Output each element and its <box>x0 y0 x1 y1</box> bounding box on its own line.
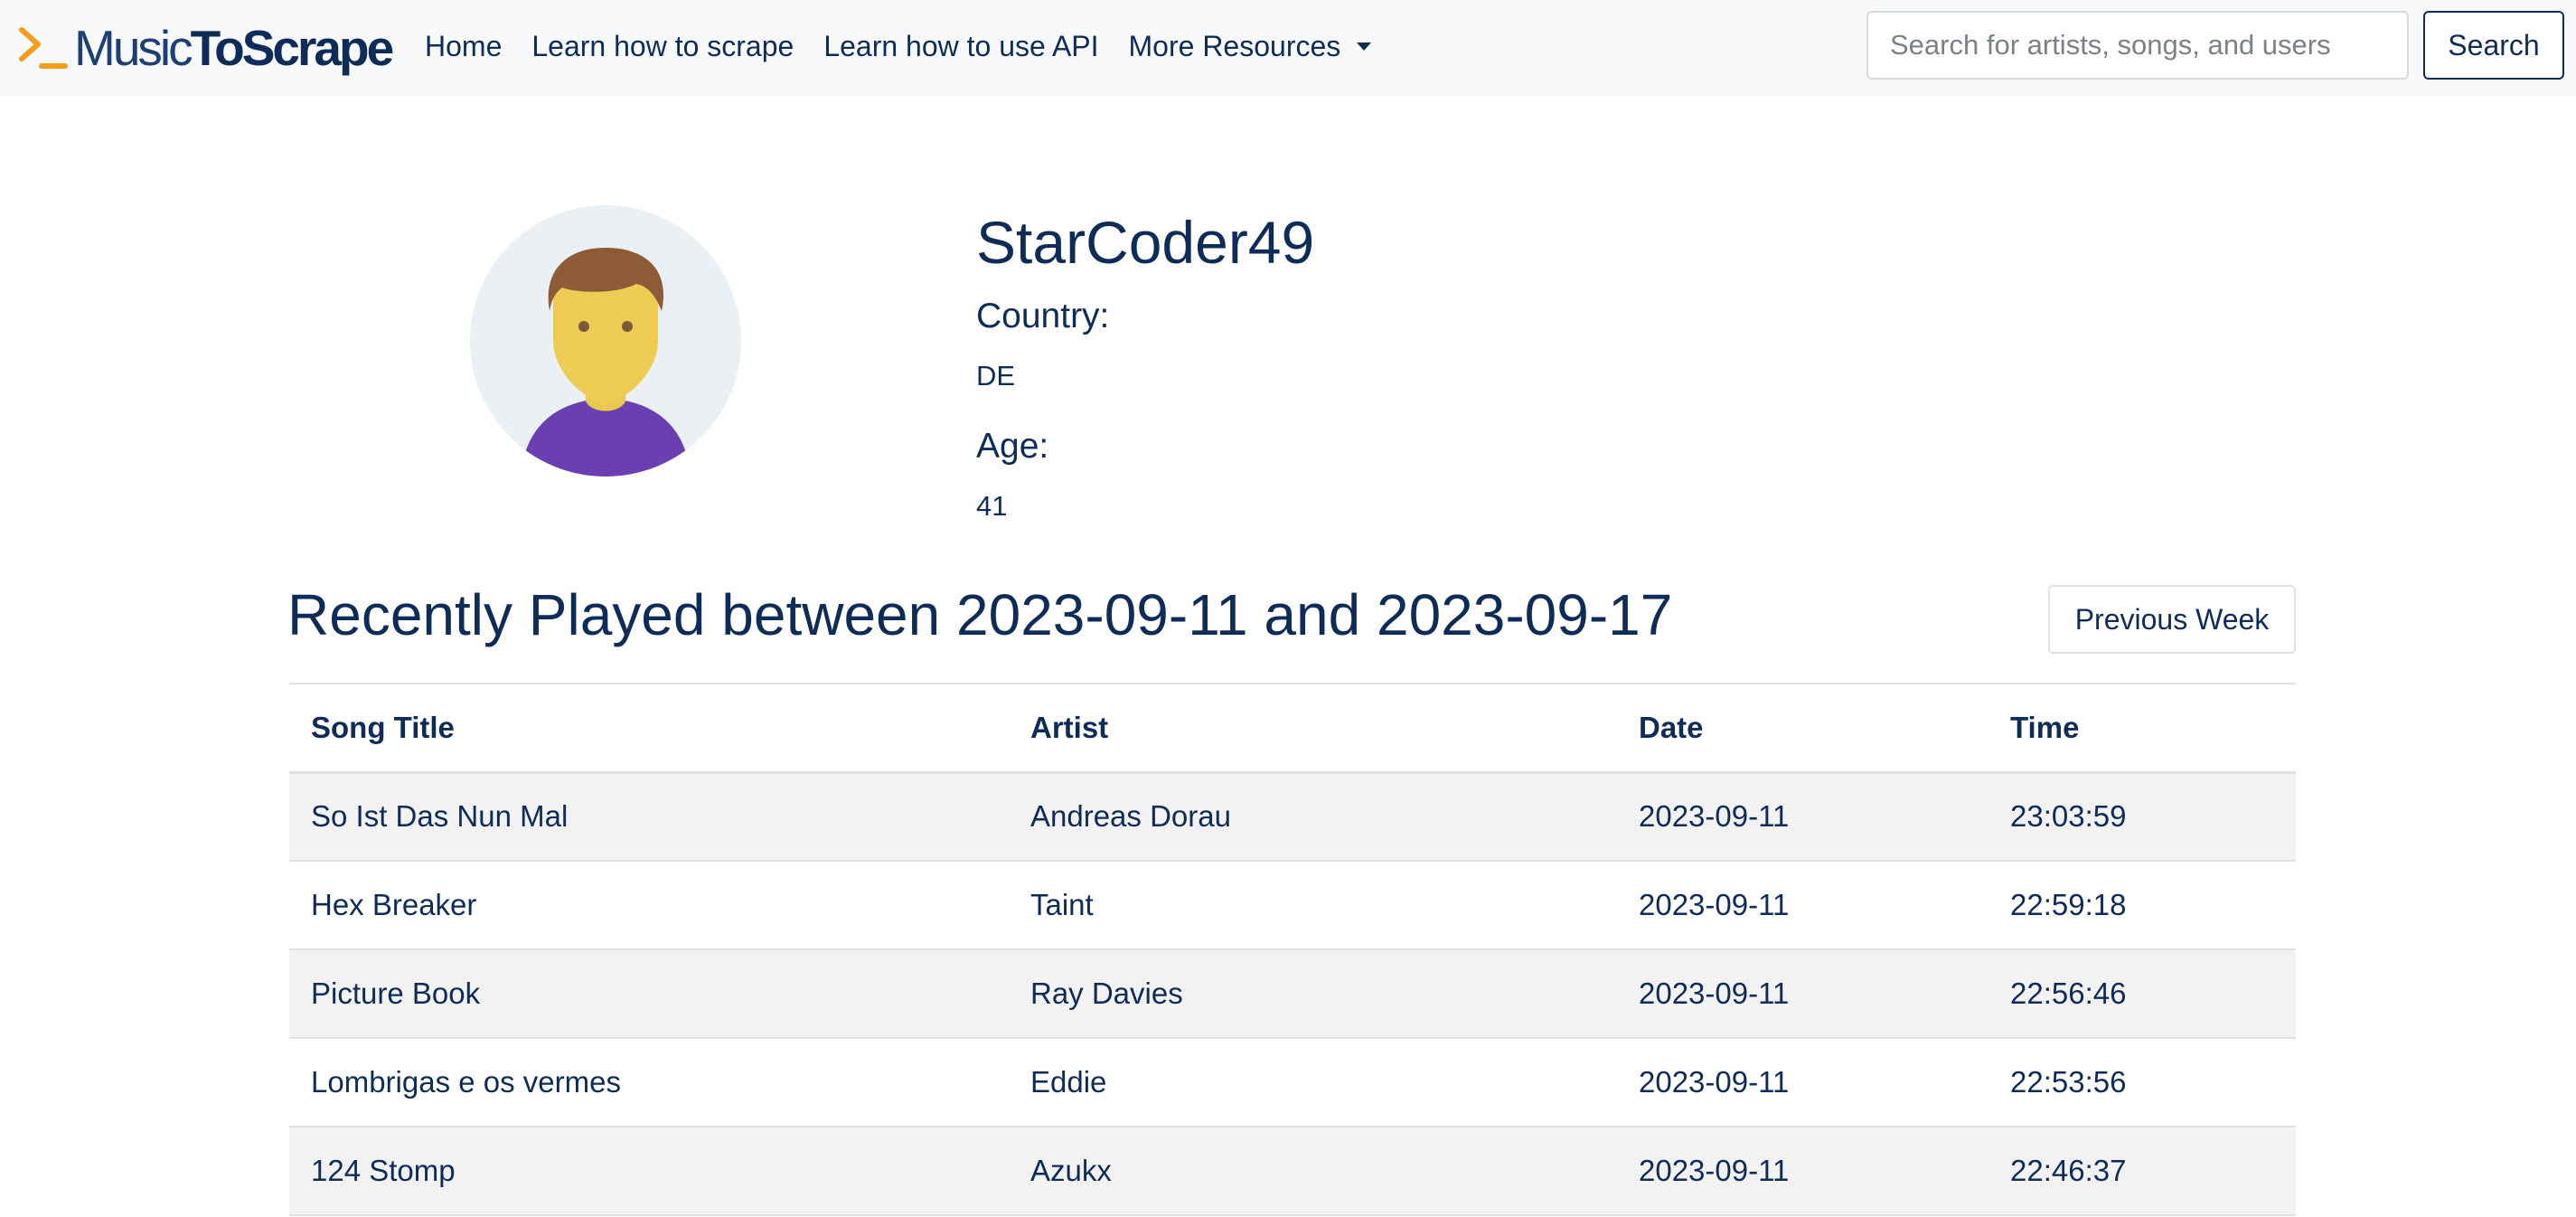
brand-wordmark-bold: ToScrape <box>190 19 395 76</box>
cell-artist: Eddie <box>1030 1065 1107 1099</box>
cell-song-title: Picture Book <box>311 976 481 1010</box>
table-row: Picture Book Ray Davies 2023-09-11 22:56… <box>289 949 2296 1038</box>
column-header-time: Time <box>2010 710 2080 744</box>
cell-artist: Andreas Dorau <box>1030 799 1231 834</box>
nav-home-link[interactable]: Home <box>425 30 502 63</box>
cell-song-title: 124 Stomp <box>311 1154 456 1187</box>
column-header-artist: Artist <box>1030 710 1109 744</box>
top-navbar: MusicToScrape Home Learn how to scrape L… <box>0 0 2576 96</box>
cell-artist: Taint <box>1030 888 1094 921</box>
cell-artist: Ray Davies <box>1030 976 1183 1010</box>
search-input[interactable] <box>1866 11 2409 80</box>
table-row: Lombrigas e os vermes Eddie 2023-09-11 2… <box>289 1038 2296 1127</box>
terminal-prompt-icon <box>18 24 69 71</box>
recently-played-title: Recently Played between 2023-09-11 and 2… <box>287 582 1673 647</box>
cell-time: 22:46:37 <box>2010 1154 2127 1187</box>
user-avatar-icon <box>470 204 741 477</box>
nav-learn-api-link[interactable]: Learn how to use API <box>823 30 1098 63</box>
cell-date: 2023-09-11 <box>1639 799 1790 834</box>
country-label: Country: <box>976 297 1110 335</box>
table-row: 124 Stomp Azukx 2023-09-11 22:46:37 <box>289 1127 2296 1215</box>
country-value: DE <box>976 360 1016 392</box>
nav-links: Home Learn how to scrape Learn how to us… <box>425 0 1401 92</box>
caret-down-icon <box>1357 42 1372 51</box>
cell-date: 2023-09-11 <box>1639 1154 1790 1187</box>
cell-time: 22:59:18 <box>2010 888 2127 921</box>
brand-wordmark-light: Music <box>74 19 193 76</box>
cell-date: 2023-09-11 <box>1639 976 1790 1010</box>
cell-song-title: So Ist Das Nun Mal <box>311 799 569 834</box>
brand-logo-link[interactable]: MusicToScrape <box>18 20 394 76</box>
table-row: Hex Breaker Taint 2023-09-11 22:59:18 <box>289 861 2296 949</box>
age-value: 41 <box>976 490 1008 522</box>
recently-played-table: Song Title Artist Date Time So Ist Das N… <box>289 683 2296 1216</box>
cell-song-title: Hex Breaker <box>311 888 477 921</box>
cell-time: 22:56:46 <box>2010 976 2127 1010</box>
column-header-date: Date <box>1639 710 1704 744</box>
table-row: So Ist Das Nun Mal Andreas Dorau 2023-09… <box>289 772 2296 861</box>
brand-wordmark: MusicToScrape <box>74 23 394 73</box>
nav-more-resources-dropdown[interactable]: More Resources <box>1129 30 1372 63</box>
cell-time: 22:53:56 <box>2010 1065 2127 1099</box>
table-header-row: Song Title Artist Date Time <box>289 684 2296 772</box>
cell-date: 2023-09-11 <box>1639 888 1790 921</box>
column-header-song-title: Song Title <box>311 710 455 744</box>
cell-time: 23:03:59 <box>2010 799 2127 834</box>
more-resources-label: More Resources <box>1128 29 1341 62</box>
cell-song-title: Lombrigas e os vermes <box>311 1065 621 1099</box>
profile-username: StarCoder49 <box>976 209 1315 276</box>
age-label: Age: <box>976 427 1049 466</box>
cell-date: 2023-09-11 <box>1639 1065 1790 1099</box>
cell-artist: Azukx <box>1030 1154 1112 1187</box>
previous-week-button[interactable]: Previous Week <box>2048 585 2296 654</box>
search-button[interactable]: Search <box>2423 11 2564 80</box>
nav-learn-scrape-link[interactable]: Learn how to scrape <box>531 30 794 63</box>
